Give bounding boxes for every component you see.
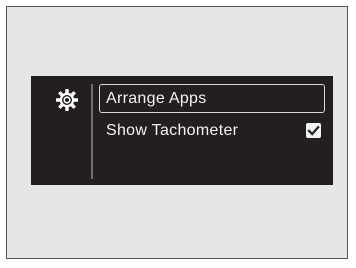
gear-icon <box>55 88 79 112</box>
show-tachometer-item[interactable]: Show Tachometer <box>99 118 329 144</box>
arrange-apps-item[interactable]: Arrange Apps <box>99 84 325 113</box>
arrange-apps-label: Arrange Apps <box>106 90 207 107</box>
show-tachometer-checkbox[interactable] <box>306 123 321 138</box>
checkmark-icon <box>307 125 320 136</box>
show-tachometer-label: Show Tachometer <box>106 122 239 139</box>
menu-divider <box>91 84 93 179</box>
